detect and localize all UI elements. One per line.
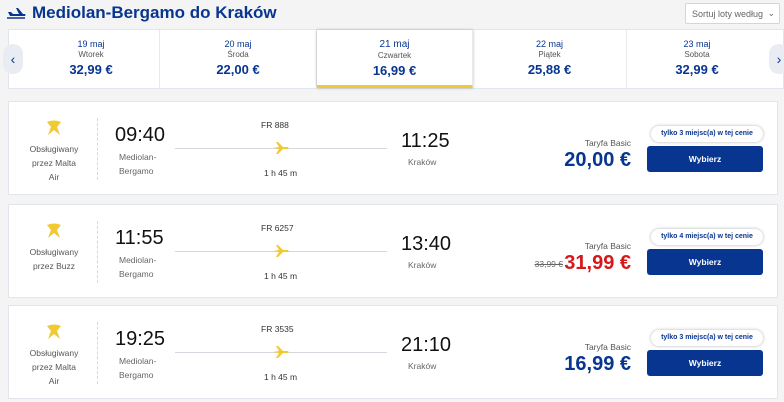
date-price: 32,99 € <box>675 62 719 77</box>
divider <box>97 221 98 283</box>
arrival-city: Kraków <box>408 157 437 167</box>
date-label: 22 maj <box>535 39 563 49</box>
date-price: 16,99 € <box>372 63 417 78</box>
departure-time: 11:55 <box>115 227 164 249</box>
flight-price: 20,00 € <box>564 149 631 171</box>
date-tab-23-maj[interactable]: 23 maj Sobota 32,99 € <box>627 30 767 88</box>
date-price: 25,88 € <box>527 62 572 77</box>
arrival-time: 11:25 <box>401 130 450 152</box>
arrival-time: 21:10 <box>401 334 452 356</box>
airline-harp-logo-icon <box>47 324 61 339</box>
departure-city: Mediolan- Bergamo <box>119 253 179 281</box>
flight-duration: 1 h 45 m <box>264 271 298 281</box>
departure-time: 19:25 <box>115 328 166 350</box>
flight-number: FR 3535 <box>261 324 294 334</box>
page-header: Mediolan-Bergamo do Kraków <box>0 0 784 28</box>
plane-icon <box>273 245 289 257</box>
page-title: Mediolan-Bergamo do Kraków <box>32 3 277 22</box>
departure-city-line: Bergamo <box>119 269 154 279</box>
flight-card: Obsługiwany przez Malta Air 09:40 Mediol… <box>8 101 778 195</box>
flight-price: 16,99 € <box>564 353 631 375</box>
departure-city-line: Mediolan- <box>119 255 157 265</box>
departure-city: Mediolan- Bergamo <box>119 150 179 178</box>
chevron-down-icon: ⌄ <box>767 8 775 18</box>
date-tab-19-maj[interactable]: 19 maj Wtorek 32,99 € <box>23 30 160 88</box>
departure-time: 09:40 <box>115 124 166 146</box>
date-label: 20 maj <box>224 39 252 49</box>
arrival-city: Kraków <box>408 260 437 270</box>
flight-number: FR 6257 <box>261 223 294 233</box>
date-tab-22-maj[interactable]: 22 maj Piątek 25,88 € <box>473 30 627 88</box>
weekday-label: Czwartek <box>377 51 412 60</box>
airline-harp-logo-icon <box>47 120 61 135</box>
airline-harp-logo-icon <box>47 223 61 238</box>
arrival-time: 13:40 <box>401 233 452 255</box>
fare-type: Taryfa Basic <box>584 342 631 352</box>
operator-line: Obsługiwany <box>29 348 79 358</box>
sort-dropdown[interactable]: Sortuj loty według ⌄ <box>685 3 780 24</box>
departure-city-line: Mediolan- <box>119 152 157 162</box>
weekday-label: Piątek <box>538 50 561 59</box>
plane-icon <box>273 346 289 358</box>
flight-card: Obsługiwany przez Buzz 11:55 Mediolan- B… <box>8 204 778 298</box>
weekday-label: Wtorek <box>78 50 104 59</box>
flight-number: FR 888 <box>261 120 289 130</box>
chevron-right-icon[interactable]: › <box>769 44 784 74</box>
date-price: 22,00 € <box>216 62 260 77</box>
divider <box>97 118 98 180</box>
operator-info: Obsługiwany przez Malta Air <box>21 118 87 184</box>
seats-left-badge: tylko 4 miejsc(a) w tej cenie <box>651 229 763 245</box>
operator-line: Obsługiwany <box>29 247 79 257</box>
departure-city-line: Bergamo <box>119 166 154 176</box>
select-flight-button[interactable]: Wybierz <box>647 249 763 275</box>
old-price: 33,99 € <box>534 259 563 269</box>
seats-left-badge: tylko 3 miejsc(a) w tej cenie <box>651 126 763 142</box>
flight-card: Obsługiwany przez Malta Air 19:25 Mediol… <box>8 305 778 399</box>
plane-icon <box>7 8 26 19</box>
date-price: 32,99 € <box>69 62 113 77</box>
date-label: 19 maj <box>77 39 105 49</box>
select-flight-button[interactable]: Wybierz <box>647 350 763 376</box>
operator-line: Air <box>48 172 60 182</box>
chevron-left-icon[interactable]: ‹ <box>3 44 23 74</box>
operator-line: Air <box>48 376 60 386</box>
date-tab-21-maj-selected[interactable]: 21 maj Czwartek 16,99 € <box>317 30 473 88</box>
operator-info: Obsługiwany przez Malta Air <box>21 322 87 388</box>
operator-line: Obsługiwany <box>29 144 79 154</box>
departure-city-line: Bergamo <box>119 370 154 380</box>
arrival-city: Kraków <box>408 361 437 371</box>
select-flight-button[interactable]: Wybierz <box>647 146 763 172</box>
date-selector: ‹ 19 maj Wtorek 32,99 € 20 maj Środa 22,… <box>3 29 784 89</box>
operator-line: przez Malta <box>32 158 76 168</box>
sort-label: Sortuj loty według <box>692 9 764 19</box>
departure-city: Mediolan- Bergamo <box>119 354 179 382</box>
weekday-label: Sobota <box>684 50 710 59</box>
weekday-label: Środa <box>227 50 249 59</box>
date-label: 21 maj <box>379 39 410 50</box>
operator-line: przez Buzz <box>32 261 76 271</box>
fare-type: Taryfa Basic <box>584 138 631 148</box>
departure-city-line: Mediolan- <box>119 356 157 366</box>
seats-left-badge: tylko 3 miejsc(a) w tej cenie <box>651 330 763 346</box>
flight-duration: 1 h 45 m <box>264 372 298 382</box>
operator-line: przez Malta <box>32 362 76 372</box>
date-label: 23 maj <box>683 39 711 49</box>
flight-price: 31,99 € <box>564 252 631 274</box>
fare-type: Taryfa Basic <box>584 241 631 251</box>
date-tab-20-maj[interactable]: 20 maj Środa 22,00 € <box>160 30 317 88</box>
divider <box>97 322 98 384</box>
plane-icon <box>273 142 289 154</box>
flight-duration: 1 h 45 m <box>264 168 298 178</box>
operator-info: Obsługiwany przez Buzz <box>21 221 87 273</box>
